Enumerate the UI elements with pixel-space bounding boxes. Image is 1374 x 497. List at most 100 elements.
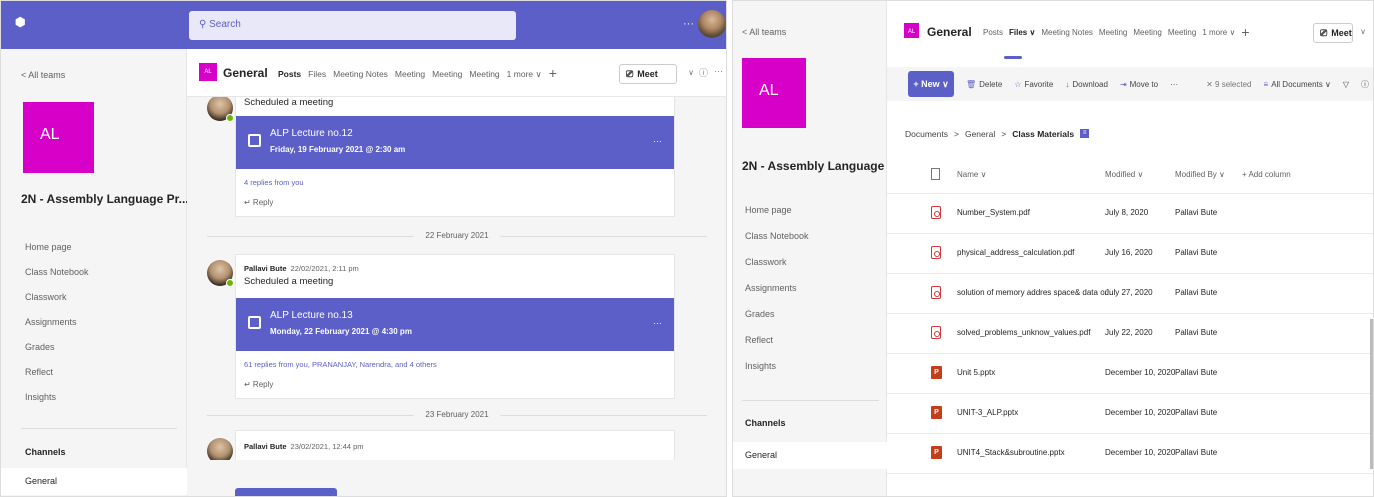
tab-meeting-2[interactable]: Meeting [1133,28,1161,37]
nav-item-class-notebook[interactable]: Class Notebook [745,231,809,257]
scrollbar[interactable] [1370,319,1373,469]
view-selector[interactable]: ≡ All Documents ∨ [1264,80,1331,89]
pdf-icon [931,286,941,299]
pptx-file-icon: P [931,446,943,460]
all-teams-link[interactable]: < All teams [21,70,65,80]
meet-chevron-icon[interactable]: ∨ [1360,27,1366,36]
favorite-button[interactable]: ☆ Favorite [1014,80,1053,89]
nav-item-reflect[interactable]: Reflect [25,367,89,392]
search-input[interactable]: ⚲ Search [189,11,516,40]
channel-avatar: AL [199,63,217,81]
toolbar-more-button[interactable]: ··· [1170,80,1178,89]
date-separator: 23 February 2021 [207,410,707,419]
meet-chevron-icon[interactable]: ∨ [688,68,694,77]
replies-link[interactable]: 61 replies from you, PRANANJAY, Narendra… [236,351,674,376]
search-icon: ⚲ [199,19,207,30]
post-subject: Scheduled a meeting [244,97,334,108]
teams-files-window: < All teams AL 2N - Assembly Language Pr… [732,0,1374,497]
delete-button[interactable]: 🗑 Delete [966,80,1002,89]
new-conversation-button[interactable] [235,488,337,496]
tab-meeting-2[interactable]: Meeting [432,69,462,80]
filter-icon[interactable]: ▽ [1343,80,1349,89]
tab-more[interactable]: 1 more ∨ [507,69,542,80]
nav-item-home-page[interactable]: Home page [745,205,809,231]
tab-meeting-1[interactable]: Meeting [395,69,425,80]
nav-item-reflect[interactable]: Reflect [745,335,809,361]
pdf-file-icon [931,206,943,220]
tab-files[interactable]: Files ∨ [1009,28,1035,37]
file-modified-by: Pallavi Bute [1175,408,1218,417]
table-row[interactable]: solution of memory addres space& data or… [887,274,1373,314]
reply-button[interactable]: ↵ Reply [236,194,674,216]
move-icon: ⇥ [1119,79,1127,89]
file-modified: July 8, 2020 [1105,208,1149,217]
settings-more-button[interactable]: ··· [683,18,694,30]
selection-count[interactable]: ✕ 9 selected [1206,80,1251,89]
posts-main: AL General Posts Files Meeting Notes Mee… [187,49,726,496]
table-row[interactable]: Number_System.pdf July 8, 2020 Pallavi But… [887,194,1373,234]
table-row[interactable]: physical_address_calculation.pdf July 16,… [887,234,1373,274]
meeting-more-button[interactable]: ··· [653,136,662,146]
nav-item-assignments[interactable]: Assignments [745,283,809,309]
meet-button[interactable]: ⎚ Meet ∨ [619,64,694,84]
breadcrumb-chevron-icon: > [954,129,959,139]
post-header: Pallavi Bute 22/02/2021, 2:11 pm Schedule… [236,255,674,298]
tab-posts[interactable]: Posts [278,69,301,80]
nav-item-classwork[interactable]: Classwork [745,257,809,283]
files-table: Name ∨ Modified ∨ Modified By ∨ + Add co… [887,156,1373,474]
tab-posts[interactable]: Posts [983,28,1003,37]
nav-item-classwork[interactable]: Classwork [25,292,89,317]
nav-item-class-notebook[interactable]: Class Notebook [25,267,89,292]
list-view-icon: ≡ [1263,79,1269,89]
pdf-file-icon [931,326,943,340]
move-to-button[interactable]: ⇥ Move to [1120,80,1158,89]
info-icon[interactable]: ⓘ [1361,79,1369,90]
channel-general[interactable]: General [1,468,187,495]
tab-meeting-3[interactable]: Meeting [469,69,499,80]
reply-button[interactable]: ↵ Reply [236,376,674,398]
info-icon[interactable]: ⓘ [699,66,708,79]
nav-item-insights[interactable]: Insights [25,392,89,417]
nav-item-grades[interactable]: Grades [745,309,809,335]
download-button[interactable]: ↓ Download [1065,80,1108,89]
table-row[interactable]: P Unit 5.pptx December 10, 2020 Pallavi But… [887,354,1373,394]
tab-meeting-notes[interactable]: Meeting Notes [1041,28,1093,37]
nav-item-assignments[interactable]: Assignments [25,317,89,342]
user-avatar[interactable] [698,10,726,38]
table-row[interactable]: P UNIT4_Stack&subroutine.pptx December 10,… [887,434,1373,474]
table-row[interactable]: solved_problems_unknow_values.pdf July 22… [887,314,1373,354]
tab-meeting-1[interactable]: Meeting [1099,28,1127,37]
replies-link[interactable]: 4 replies from you [236,169,674,194]
tab-meeting-3[interactable]: Meeting [1168,28,1196,37]
teams-title-bar: ⬢ ⚲ Search ··· [1,1,726,49]
breadcrumb-general[interactable]: General [965,129,995,139]
post-header: Scheduled a meeting [236,97,674,116]
meeting-card[interactable]: ALP Lecture no.12 Friday, 19 February 20… [236,116,674,169]
nav-item-insights[interactable]: Insights [745,361,809,387]
tab-meeting-notes[interactable]: Meeting Notes [333,69,388,80]
nav-item-grades[interactable]: Grades [25,342,89,367]
tab-more[interactable]: 1 more ∨ [1202,28,1235,37]
column-modified-by[interactable]: Modified By ∨ [1175,170,1225,179]
post-header: Pallavi Bute 23/02/2021, 12:44 pm [236,431,674,461]
new-button[interactable]: + New ∨ [908,71,954,97]
trash-icon: 🗑 [966,79,977,89]
breadcrumb-documents[interactable]: Documents [905,129,948,139]
meeting-card[interactable]: ALP Lecture no.13 Monday, 22 February 20… [236,298,674,351]
channel-general[interactable]: General [733,442,887,469]
table-row[interactable]: P UNIT-3_ALP.pptx December 10, 2020 Pallavi… [887,394,1373,434]
add-column-button[interactable]: + Add column [1242,170,1291,179]
meet-button[interactable]: ⎚ Meet ∨ [1313,23,1366,43]
nav-item-home-page[interactable]: Home page [25,242,89,267]
presence-indicator [226,279,234,287]
meeting-more-button[interactable]: ··· [653,318,662,328]
tab-files[interactable]: Files [308,69,326,80]
channel-more-button[interactable]: ··· [714,66,723,76]
column-modified[interactable]: Modified ∨ [1105,170,1143,179]
all-teams-link[interactable]: < All teams [742,27,786,37]
meeting-time: Monday, 22 February 2021 @ 4:30 pm [270,327,412,336]
date-separator: 22 February 2021 [207,231,707,240]
add-tab-button[interactable]: + [549,66,557,80]
channels-heading: Channels [745,418,786,428]
add-tab-button[interactable]: + [1241,25,1249,39]
